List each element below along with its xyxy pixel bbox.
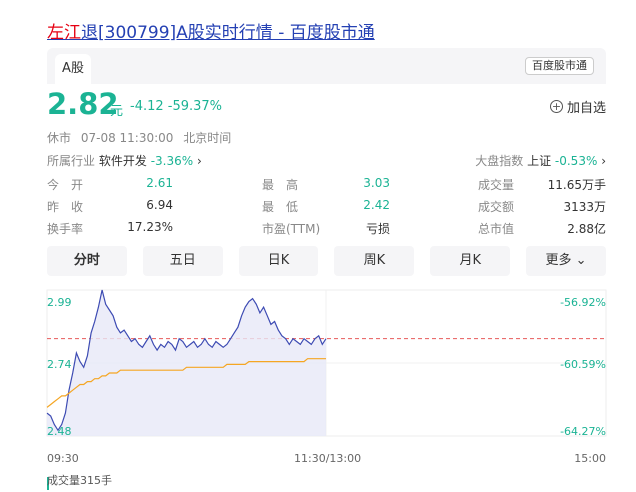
- stat-label: 总市值: [478, 222, 515, 236]
- market-tabbar: A股 百度股市通: [47, 48, 606, 84]
- stats-grid: 今 开 2.61 最 高 3.03 成交量 11.65万手 昨 收 6.94 最…: [47, 176, 606, 242]
- stat-value: 2.88亿: [567, 222, 606, 236]
- index-label: 大盘指数: [475, 154, 524, 168]
- add-watchlist-label: 加自选: [566, 101, 606, 116]
- price-area: [47, 290, 326, 436]
- stat-value: 17.23%: [127, 220, 173, 234]
- y-left-tick: 2.74: [47, 358, 72, 371]
- stat-label: 最 高: [262, 178, 299, 192]
- tab-monthly-k[interactable]: 月K: [430, 246, 511, 276]
- index-name: 上证: [527, 154, 552, 168]
- volume-label: 成交量315手: [47, 474, 112, 487]
- plus-circle-icon: +: [549, 100, 563, 113]
- stat-label: 成交额: [478, 200, 515, 214]
- tab-five-day[interactable]: 五日: [142, 246, 223, 276]
- stat-label: 最 低: [262, 200, 299, 214]
- market-status: 休市 07-08 11:30:00 北京时间: [47, 129, 237, 146]
- x-tick: 09:30: [47, 452, 79, 465]
- industry-link[interactable]: 所属行业 软件开发 -3.36% ›: [47, 152, 202, 169]
- stat-value: 3.03: [363, 176, 390, 190]
- stat-label: 成交量: [478, 178, 515, 192]
- page-title[interactable]: 左江退[300799]A股实时行情 - 百度股市通: [47, 18, 375, 43]
- stat-value: 2.61: [146, 176, 173, 190]
- tab-weekly-k[interactable]: 周K: [334, 246, 415, 276]
- stat-value: 亏损: [365, 222, 390, 236]
- add-watchlist-button[interactable]: + 加自选: [549, 97, 606, 116]
- chevron-right-icon: ›: [196, 154, 202, 168]
- industry-name: 软件开发: [98, 154, 147, 168]
- chevron-right-icon: ›: [601, 154, 606, 168]
- market-state: 休市: [47, 131, 72, 145]
- y-left-tick: 2.99: [47, 296, 72, 309]
- y-right-tick: -64.27%: [560, 425, 606, 438]
- stat-label: 换手率: [47, 222, 84, 236]
- quote-row: 2.82 元 -4.12 -59.37% + 加自选: [47, 87, 606, 123]
- y-right-tick: -60.59%: [560, 358, 606, 371]
- index-change: -0.53%: [554, 154, 598, 168]
- x-tick: 15:00: [574, 452, 606, 465]
- tab-intraday[interactable]: 分时: [47, 246, 127, 276]
- current-price: 2.82: [47, 87, 119, 121]
- stat-label: 今 开: [47, 178, 84, 192]
- intraday-chart[interactable]: 2.99 2.74 2.48 -56.92% -60.59% -64.27% 0…: [0, 282, 636, 492]
- x-tick: 11:30/13:00: [294, 452, 362, 465]
- price-unit: 元: [110, 104, 124, 119]
- market-timezone: 北京时间: [183, 131, 232, 145]
- industry-change: -3.36%: [150, 154, 194, 168]
- index-link[interactable]: 大盘指数 上证 -0.53% ›: [475, 152, 606, 169]
- chevron-down-icon: ⌄: [575, 253, 587, 268]
- more-label: 更多: [545, 253, 572, 268]
- stat-row: 昨 收 6.94 最 低 2.42 成交额 3133万: [47, 198, 606, 220]
- stat-label: 昨 收: [47, 200, 84, 214]
- title-rest: 退[300799]A股实时行情 - 百度股市通: [81, 23, 375, 43]
- stat-row: 今 开 2.61 最 高 3.03 成交量 11.65万手: [47, 176, 606, 198]
- stat-value: 6.94: [146, 198, 173, 212]
- price-change: -4.12 -59.37%: [130, 99, 223, 114]
- stat-value: 2.42: [363, 198, 390, 212]
- y-left-tick: 2.48: [47, 425, 72, 438]
- brand-badge[interactable]: 百度股市通: [525, 57, 594, 75]
- stat-value: 11.65万手: [547, 178, 606, 192]
- y-right-tick: -56.92%: [560, 296, 606, 309]
- tab-daily-k[interactable]: 日K: [238, 246, 319, 276]
- stat-row: 换手率 17.23% 市盈(TTM) 亏损 总市值 2.88亿: [47, 220, 606, 242]
- title-highlight: 左江: [47, 23, 81, 43]
- more-button[interactable]: 更多 ⌄: [526, 246, 606, 276]
- industry-label: 所属行业: [47, 154, 96, 168]
- market-datetime: 07-08 11:30:00: [80, 131, 174, 145]
- chart-period-buttons: 分时 五日 日K 周K 月K 更多 ⌄: [47, 246, 606, 276]
- tab-a-share[interactable]: A股: [55, 54, 91, 84]
- stat-label: 市盈(TTM): [262, 222, 321, 236]
- stat-value: 3133万: [563, 200, 606, 214]
